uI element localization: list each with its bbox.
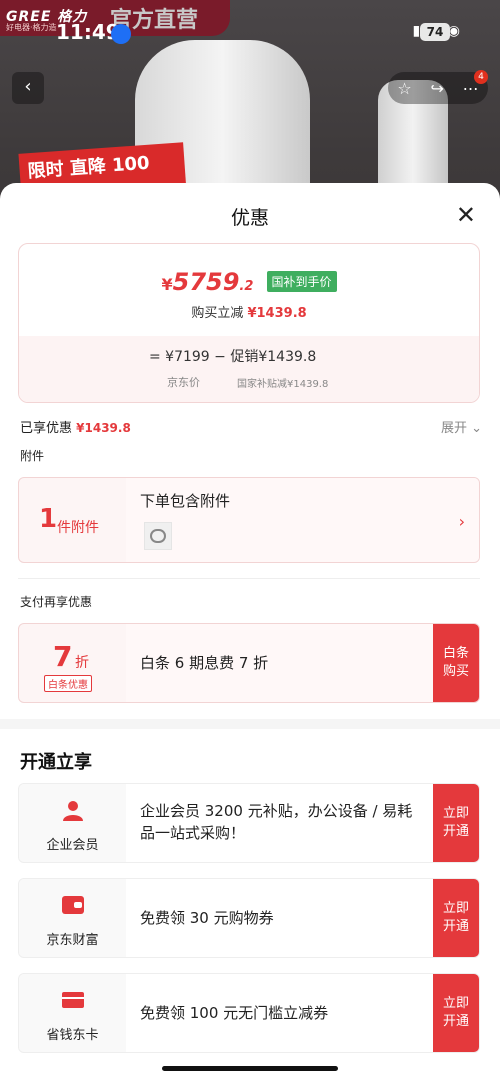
battery-icon: 74 [420,23,450,41]
discount-badge: 7 折 白条优惠 [19,624,127,702]
enterprise-member-badge: 企业会员 [19,784,127,862]
savings-card-open-button[interactable]: 立即 开通 [433,974,479,1052]
savings-card-detail: 免费领 100 元无门槛立减券 [126,974,433,1052]
jd-wealth-text: 免费领 30 元购物券 [140,909,274,927]
discount-unit: 折 [75,655,89,671]
accessory-count: 1 件附件 [19,478,127,562]
enterprise-member-detail: 企业会员 3200 元补贴，办公设备 / 易耗品一站式采购！ [126,784,433,862]
pay-section-label: 支付再享优惠 [20,595,93,609]
accessory-count-unit: 件附件 [57,520,99,536]
subsidy-price-tag: 国补到手价 [266,271,337,292]
price-formula: = ¥7199 − 促销¥1439.8 京东价 国家补贴减¥1439.8 [19,336,479,402]
price-decimal: .2 [239,279,254,294]
savings-card-label: 省钱东卡 [46,1028,99,1043]
chevron-left-icon: ‹ [24,76,32,97]
star-icon[interactable]: ☆ [397,79,411,98]
savings-card-text: 免费领 100 元无门槛立减券 [140,1004,329,1022]
savings-card-card[interactable]: 省钱东卡 免费领 100 元无门槛立减券 立即 开通 [18,973,480,1053]
enterprise-member-label: 企业会员 [46,838,99,853]
accessory-title: 下单包含附件 [140,492,231,510]
subsidy-label: 国家补贴减¥1439.8 [237,379,329,390]
price-formula-row: = ¥7199 − 促销¥1439.8 [149,349,317,365]
enterprise-member-card[interactable]: 企业会员 企业会员 3200 元补贴，办公设备 / 易耗品一站式采购！ 立即 开… [18,783,480,863]
accessory-card[interactable]: 1 件附件 下单包含附件 › [18,477,480,563]
share-icon[interactable]: ↪ [430,79,443,98]
accessory-section-label: 附件 [20,449,45,463]
baitiao-text: 白条 6 期息费 7 折 [140,654,269,672]
final-price: ¥5759.2 国补到手价 [19,268,479,296]
card-icon [62,992,84,1008]
divider [18,578,480,579]
back-button[interactable]: ‹ [12,72,44,104]
price-integer: 5759 [172,268,240,296]
price-currency: ¥ [161,275,173,294]
jd-wealth-label: 京东财富 [46,933,99,948]
person-icon [63,801,83,821]
accessory-count-number: 1 [39,504,58,534]
jd-wealth-detail: 免费领 30 元购物券 [126,879,433,957]
wallet-icon [62,896,84,914]
close-icon[interactable]: ✕ [456,201,476,229]
jd-wealth-card[interactable]: 京东财富 免费领 30 元购物券 立即 开通 [18,878,480,958]
section-divider [0,719,500,729]
outdoor-unit-icon [150,529,166,543]
brand-slogan: 好电器·格力造 [6,23,57,32]
sheet-title: 优惠 [230,207,269,229]
open-section-title: 开通立享 [20,752,92,773]
price-summary-card: ¥5759.2 国补到手价 购买立减 ¥1439.8 = ¥7199 − 促销¥… [18,243,480,403]
location-icon [111,24,131,44]
jd-wealth-badge: 京东财富 [19,879,127,957]
accessory-detail: 下单包含附件 › [126,478,479,562]
enjoyed-discount: 已享优惠 ¥1439.8 [20,417,131,436]
jd-price-label: 京东价 [167,376,200,389]
enjoyed-value: ¥1439.8 [76,421,131,435]
discount-number: 7 [53,640,73,673]
accessory-thumbnail [144,522,172,550]
instant-discount-label: 购买立减 [191,306,244,321]
jd-wealth-open-button[interactable]: 立即 开通 [433,879,479,957]
instant-discount-value: ¥1439.8 [247,306,307,321]
baitiao-buy-button[interactable]: 白条 购买 [433,624,479,702]
chevron-right-icon: › [458,512,465,531]
baitiao-tag: 白条优惠 [44,675,92,692]
baitiao-card[interactable]: 7 折 白条优惠 白条 6 期息费 7 折 白条 购买 [18,623,480,703]
instant-discount: 购买立减 ¥1439.8 [19,302,479,321]
discount-sheet: 优惠 ✕ ¥5759.2 国补到手价 购买立减 ¥1439.8 = ¥7199 … [0,183,500,1083]
home-indicator[interactable] [162,1066,338,1071]
nav-actions: ☆ ↪ ⋯ [388,72,488,104]
enterprise-member-open-button[interactable]: 立即 开通 [433,784,479,862]
enjoyed-label: 已享优惠 [20,421,73,436]
savings-card-badge: 省钱东卡 [19,974,127,1052]
enterprise-member-text: 企业会员 3200 元补贴，办公设备 / 易耗品一站式采购！ [140,802,413,842]
baitiao-detail: 白条 6 期息费 7 折 [126,624,433,702]
message-badge: 4 [474,70,488,84]
expand-button[interactable]: 展开 ⌄ [441,417,482,436]
